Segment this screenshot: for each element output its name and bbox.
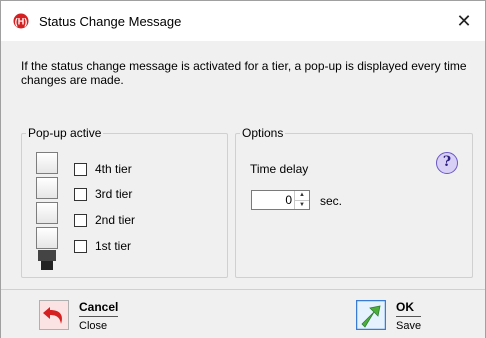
tier-3-label: 3rd tier [95, 187, 133, 201]
cancel-sublabel: Close [79, 320, 108, 332]
spinner-buttons: ▲ ▼ [294, 191, 309, 209]
options-legend: Options [242, 126, 284, 140]
tier-4-label: 4th tier [95, 162, 132, 176]
cancel-text: Cancel Close [79, 300, 119, 334]
tier-4-checkbox[interactable] [74, 162, 87, 176]
tier-3-checkbox[interactable] [74, 187, 87, 201]
time-delay-label: Time delay [250, 162, 309, 176]
time-delay-unit: sec. [320, 194, 343, 208]
title-bar: (H) Status Change Message ✕ [1, 1, 485, 41]
tower-base [38, 250, 56, 261]
tier-1-checkbox[interactable] [74, 239, 87, 253]
tier-4-checkbox-row[interactable]: 4th tier [74, 160, 132, 178]
tower-segment [36, 152, 58, 174]
tier-2-checkbox-row[interactable]: 2nd tier [74, 211, 135, 229]
tier-1-label: 1st tier [95, 239, 132, 253]
popup-active-group: Pop-up active 4th tier 3rd tier 2nd tier [21, 126, 228, 278]
svg-text:(H): (H) [15, 17, 28, 27]
app-logo-icon: (H) [13, 13, 29, 29]
tier-2-label: 2nd tier [95, 213, 136, 227]
dialog-content: If the status change message is activate… [1, 41, 485, 289]
spinner-down-icon[interactable]: ▼ [295, 201, 309, 210]
ok-label: OK [396, 300, 422, 317]
signal-tower-icon [36, 152, 58, 270]
green-arrow-icon[interactable] [355, 299, 387, 331]
dialog-footer: Cancel Close OK Save [1, 289, 485, 338]
tower-segment [36, 177, 58, 199]
ok-button[interactable]: OK Save [355, 299, 422, 334]
tier-3-checkbox-row[interactable]: 3rd tier [74, 185, 132, 203]
close-button[interactable]: ✕ [453, 10, 475, 32]
cancel-label: Cancel [79, 300, 119, 317]
dialog-window: (H) Status Change Message ✕ If the statu… [0, 0, 486, 338]
info-message: If the status change message is activate… [21, 59, 467, 87]
question-mark-icon[interactable]: ? [436, 152, 458, 174]
tower-segment [36, 227, 58, 249]
spinner-up-icon[interactable]: ▲ [295, 191, 309, 201]
options-group: Options Time delay 0 ▲ ▼ sec. ? [235, 126, 473, 278]
popup-active-legend: Pop-up active [28, 126, 102, 140]
time-delay-spinner[interactable]: 0 ▲ ▼ [251, 190, 310, 210]
ok-text: OK Save [396, 300, 422, 334]
ok-sublabel: Save [396, 320, 422, 332]
window-title: Status Change Message [39, 14, 182, 29]
cancel-button[interactable]: Cancel Close [39, 300, 119, 334]
time-delay-value[interactable]: 0 [285, 193, 292, 207]
undo-arrow-icon[interactable] [39, 300, 69, 330]
tier-2-checkbox[interactable] [74, 213, 87, 227]
tower-foot [41, 261, 53, 270]
tower-segment [36, 202, 58, 224]
tier-1-checkbox-row[interactable]: 1st tier [74, 237, 131, 255]
